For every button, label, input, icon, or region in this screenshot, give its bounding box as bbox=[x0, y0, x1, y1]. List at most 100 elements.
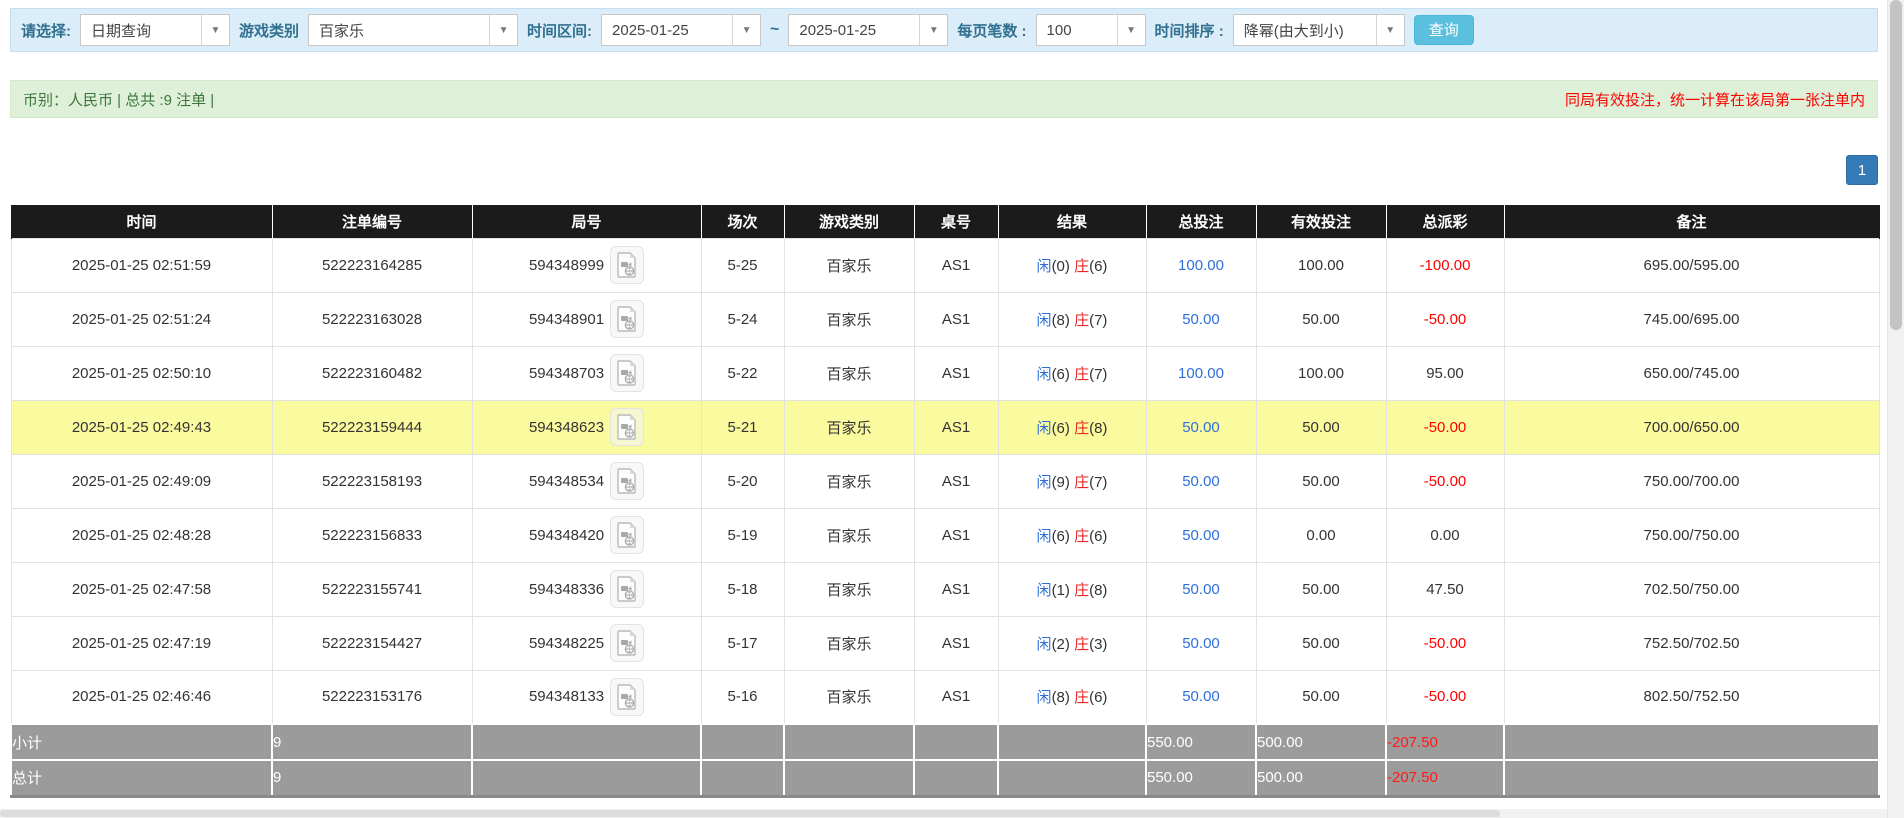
banker-points: (6) bbox=[1089, 689, 1108, 707]
video-replay-icon[interactable] bbox=[610, 462, 645, 500]
cell-time: 2025-01-25 02:51:59 bbox=[10, 237, 273, 293]
chevron-down-icon[interactable]: ▼ bbox=[732, 15, 761, 45]
player-result-label: 闲 bbox=[1036, 419, 1052, 437]
player-points: (2) bbox=[1051, 635, 1070, 653]
cell-total-bet: 50.00 bbox=[1145, 291, 1257, 347]
table-row[interactable]: 2025-01-25 02:51:59 522223164285 5943489… bbox=[10, 237, 1880, 293]
horizontal-scrollbar-thumb[interactable] bbox=[0, 810, 1500, 817]
video-replay-icon[interactable] bbox=[610, 516, 645, 554]
cell-time: 2025-01-25 02:49:43 bbox=[10, 399, 273, 455]
video-replay-icon[interactable] bbox=[610, 246, 645, 284]
cell-result: 闲(9) 庄(7) bbox=[997, 453, 1147, 509]
cell-time: 2025-01-25 02:47:19 bbox=[10, 615, 273, 671]
cell-bet-id: 522223153176 bbox=[271, 669, 473, 725]
page-1-button[interactable]: 1 bbox=[1846, 155, 1878, 185]
col-header-table-no: 桌号 bbox=[913, 205, 999, 238]
table-row[interactable]: 2025-01-25 02:49:09 522223158193 5943485… bbox=[10, 453, 1880, 509]
total-label: 总计 bbox=[10, 759, 273, 798]
col-header-session: 场次 bbox=[700, 205, 785, 238]
table-row[interactable]: 2025-01-25 02:47:58 522223155741 5943483… bbox=[10, 561, 1880, 617]
table-row[interactable]: 2025-01-25 02:47:19 522223154427 5943482… bbox=[10, 615, 1880, 671]
table-row[interactable]: 2025-01-25 02:46:46 522223153176 5943481… bbox=[10, 669, 1880, 725]
chevron-down-icon[interactable]: ▼ bbox=[1116, 15, 1145, 45]
sort-order-value: 降幂(由大到小) bbox=[1243, 22, 1344, 40]
cell-session: 5-16 bbox=[700, 669, 785, 725]
cell-total-bet: 100.00 bbox=[1145, 345, 1257, 401]
video-replay-icon[interactable] bbox=[610, 677, 645, 716]
cell-valid-bet: 50.00 bbox=[1255, 615, 1387, 671]
col-header-result: 结果 bbox=[997, 205, 1147, 238]
banker-points: (7) bbox=[1089, 473, 1108, 491]
chevron-down-icon[interactable]: ▼ bbox=[1375, 15, 1404, 45]
cell-table-no: AS1 bbox=[913, 561, 999, 617]
cell-result: 闲(6) 庄(6) bbox=[997, 507, 1147, 563]
cell-bet-id: 522223158193 bbox=[271, 453, 473, 509]
cell-total-bet: 50.00 bbox=[1145, 669, 1257, 725]
video-replay-icon[interactable] bbox=[610, 624, 645, 662]
player-result-label: 闲 bbox=[1036, 473, 1052, 491]
player-points: (8) bbox=[1051, 689, 1070, 707]
sort-label: 时间排序 : bbox=[1154, 22, 1224, 40]
cell-bet-id: 522223164285 bbox=[271, 237, 473, 293]
banker-result-label: 庄 bbox=[1074, 419, 1090, 437]
table-row[interactable]: 2025-01-25 02:50:10 522223160482 5943487… bbox=[10, 345, 1880, 401]
cell-time: 2025-01-25 02:47:58 bbox=[10, 561, 273, 617]
banker-result-label: 庄 bbox=[1074, 527, 1090, 545]
cell-bet-id: 522223159444 bbox=[271, 399, 473, 455]
horizontal-scrollbar[interactable] bbox=[0, 809, 1887, 818]
chevron-down-icon[interactable]: ▼ bbox=[919, 15, 948, 45]
cell-table-no: AS1 bbox=[913, 615, 999, 671]
video-replay-icon[interactable] bbox=[610, 300, 645, 338]
cell-session: 5-17 bbox=[700, 615, 785, 671]
player-result-label: 闲 bbox=[1036, 311, 1052, 329]
cell-bet-id: 522223155741 bbox=[271, 561, 473, 617]
player-result-label: 闲 bbox=[1036, 689, 1052, 707]
table-row[interactable]: 2025-01-25 02:49:43 522223159444 5943486… bbox=[10, 399, 1880, 455]
date-from-select[interactable]: 2025-01-25 ▼ bbox=[601, 14, 762, 46]
per-page-label: 每页笔数 : bbox=[957, 22, 1027, 40]
cell-time: 2025-01-25 02:48:28 bbox=[10, 507, 273, 563]
per-page-select[interactable]: 100 ▼ bbox=[1035, 14, 1146, 46]
cell-total-bet: 50.00 bbox=[1145, 453, 1257, 509]
cell-valid-bet: 100.00 bbox=[1255, 345, 1387, 401]
cell-game-category: 百家乐 bbox=[783, 345, 915, 401]
cell-round-id: 594348534 bbox=[471, 453, 702, 509]
game-category-select[interactable]: 百家乐 ▼ bbox=[308, 14, 519, 46]
player-points: (9) bbox=[1051, 473, 1070, 491]
round-id-text: 594348336 bbox=[528, 580, 605, 598]
pagination: 1 bbox=[10, 155, 1878, 185]
cell-table-no: AS1 bbox=[913, 237, 999, 293]
video-replay-icon[interactable] bbox=[610, 408, 645, 446]
cell-game-category: 百家乐 bbox=[783, 399, 915, 455]
filter-bar: 请选择: 日期查询 ▼ 游戏类别 百家乐 ▼ 时间区间: 2025-01-25 … bbox=[10, 8, 1878, 52]
subtotal-payout: -207.50 bbox=[1385, 723, 1505, 761]
vertical-scrollbar-thumb[interactable] bbox=[1890, 0, 1902, 330]
cell-table-no: AS1 bbox=[913, 453, 999, 509]
vertical-scrollbar[interactable] bbox=[1887, 0, 1904, 818]
cell-game-category: 百家乐 bbox=[783, 561, 915, 617]
video-replay-icon[interactable] bbox=[610, 354, 645, 392]
cell-valid-bet: 50.00 bbox=[1255, 561, 1387, 617]
player-result-label: 闲 bbox=[1036, 527, 1052, 545]
cell-bet-id: 522223160482 bbox=[271, 345, 473, 401]
cell-round-id: 594348999 bbox=[471, 237, 702, 293]
round-id-text: 594348534 bbox=[528, 472, 605, 490]
cell-session: 5-22 bbox=[700, 345, 785, 401]
video-replay-icon[interactable] bbox=[610, 570, 645, 608]
date-to-select[interactable]: 2025-01-25 ▼ bbox=[788, 14, 949, 46]
chevron-down-icon[interactable]: ▼ bbox=[489, 15, 518, 45]
round-id-text: 594348623 bbox=[528, 418, 605, 436]
sort-order-select[interactable]: 降幂(由大到小) ▼ bbox=[1232, 14, 1405, 46]
cell-time: 2025-01-25 02:50:10 bbox=[10, 345, 273, 401]
query-type-select[interactable]: 日期查询 ▼ bbox=[80, 14, 230, 46]
table-row[interactable]: 2025-01-25 02:51:24 522223163028 5943489… bbox=[10, 291, 1880, 347]
col-header-round-id: 局号 bbox=[471, 205, 702, 238]
player-points: (6) bbox=[1051, 365, 1070, 383]
chevron-down-icon[interactable]: ▼ bbox=[201, 15, 229, 45]
query-button[interactable]: 查询 bbox=[1413, 15, 1474, 45]
table-row[interactable]: 2025-01-25 02:48:28 522223156833 5943484… bbox=[10, 507, 1880, 563]
banker-points: (7) bbox=[1089, 365, 1108, 383]
banker-points: (3) bbox=[1089, 635, 1108, 653]
cell-result: 闲(2) 庄(3) bbox=[997, 615, 1147, 671]
subtotal-label: 小计 bbox=[10, 723, 273, 761]
